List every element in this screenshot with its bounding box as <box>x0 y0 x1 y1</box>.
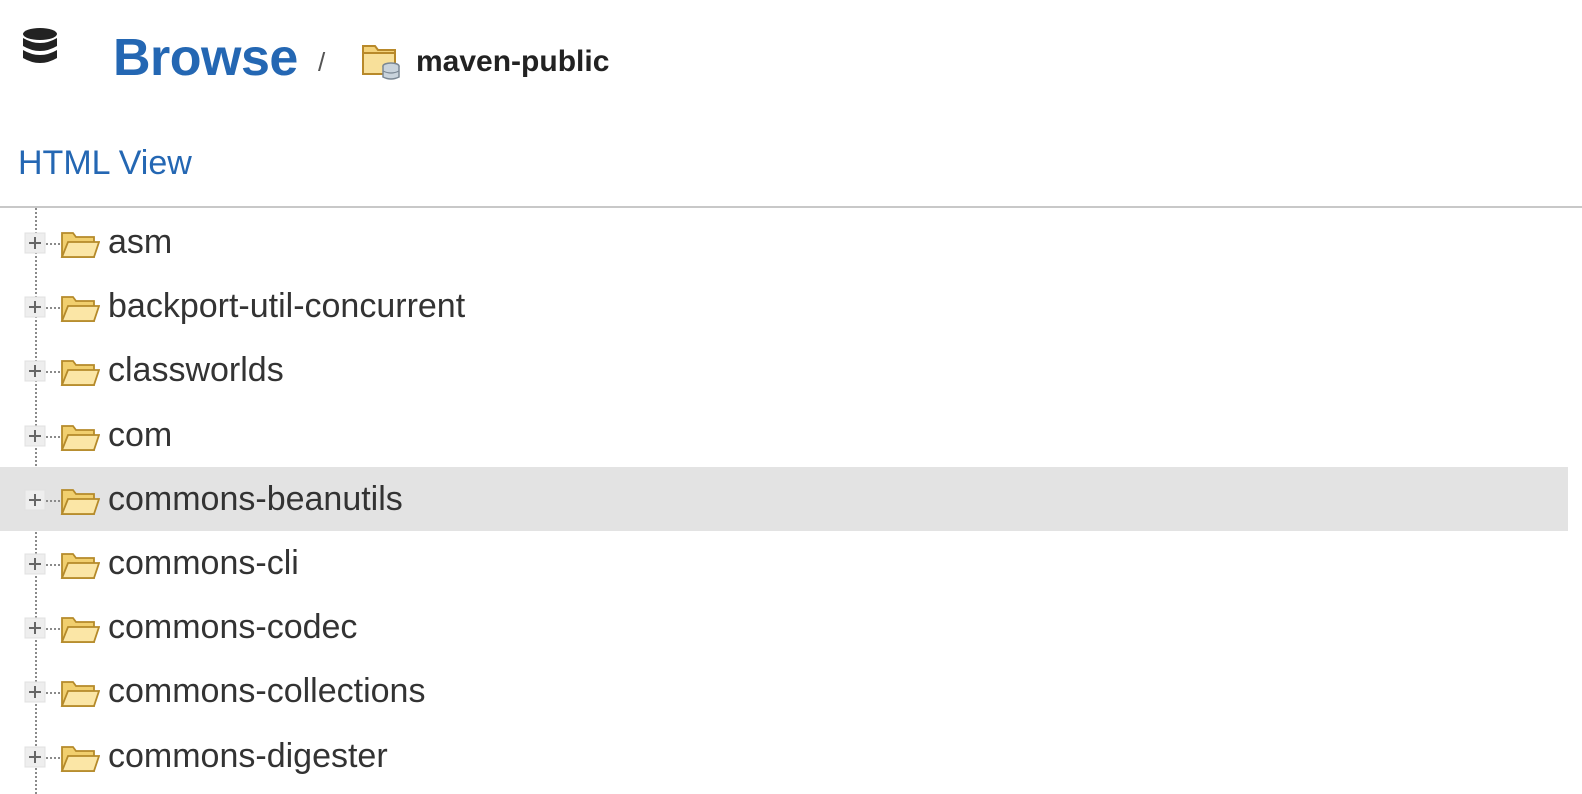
tree-node[interactable]: commons-codec <box>0 595 1568 659</box>
tree-branch-line <box>46 307 60 310</box>
tree-node-label: com <box>108 415 173 454</box>
tree-node[interactable]: com <box>0 403 1568 467</box>
repository-folder-icon <box>362 45 400 80</box>
expand-plus-icon[interactable] <box>23 359 47 383</box>
tree-node-label: commons-codec <box>108 608 358 647</box>
tree-node-label: commons-collections <box>108 672 426 711</box>
tree-node[interactable]: commons-collections <box>0 659 1568 723</box>
expand-plus-icon[interactable] <box>23 424 47 448</box>
folder-icon <box>60 488 100 515</box>
expand-plus-icon[interactable] <box>23 616 47 640</box>
tree-branch-line <box>46 692 60 695</box>
expand-plus-icon[interactable] <box>23 231 47 255</box>
tree-node[interactable]: commons-cli <box>0 531 1568 595</box>
html-view-link[interactable]: HTML View <box>18 143 192 183</box>
tree-node-label: asm <box>108 223 173 261</box>
folder-icon <box>60 296 100 323</box>
tree-node[interactable]: commons-beanutils <box>0 466 1568 531</box>
breadcrumb-separator: / <box>318 47 326 77</box>
folder-icon <box>60 424 100 451</box>
breadcrumb-repository[interactable]: maven-public <box>416 44 609 80</box>
page-header: Browse / maven-public <box>0 0 1582 120</box>
tree-branch-line <box>46 435 60 438</box>
folder-icon <box>60 617 100 644</box>
folder-icon <box>60 360 100 387</box>
expand-plus-icon[interactable] <box>23 295 47 319</box>
tree-branch-line <box>46 371 60 374</box>
folder-icon <box>60 232 100 258</box>
folder-icon <box>60 681 100 708</box>
page-title[interactable]: Browse <box>113 28 298 88</box>
expand-plus-icon[interactable] <box>23 488 47 512</box>
tree-branch-line <box>46 756 60 759</box>
folder-icon <box>60 745 100 772</box>
tree-branch-line <box>46 564 60 566</box>
tree-node[interactable]: backport-util-concurrent <box>0 274 1568 338</box>
tree-node-label: commons-digester <box>108 736 388 775</box>
tree-node[interactable]: commons-digester <box>0 724 1568 788</box>
repository-tree: asm backport-util-concurrent classworlds co… <box>0 208 1582 794</box>
tree-node-label: classworlds <box>108 351 284 390</box>
tree-node-label: commons-cli <box>108 544 299 582</box>
tree-branch-line <box>46 499 60 502</box>
expand-plus-icon[interactable] <box>23 680 47 704</box>
tree-node-label: commons-beanutils <box>108 479 403 518</box>
expand-plus-icon[interactable] <box>23 552 47 576</box>
database-icon <box>23 28 57 63</box>
tree-node[interactable]: classworlds <box>0 338 1568 402</box>
tree-branch-line <box>46 243 60 245</box>
tree-node[interactable]: asm <box>0 210 1568 274</box>
expand-plus-icon[interactable] <box>23 745 47 769</box>
tree-branch-line <box>46 628 60 631</box>
tree-node-label: backport-util-concurrent <box>108 287 466 326</box>
folder-icon <box>60 553 100 579</box>
